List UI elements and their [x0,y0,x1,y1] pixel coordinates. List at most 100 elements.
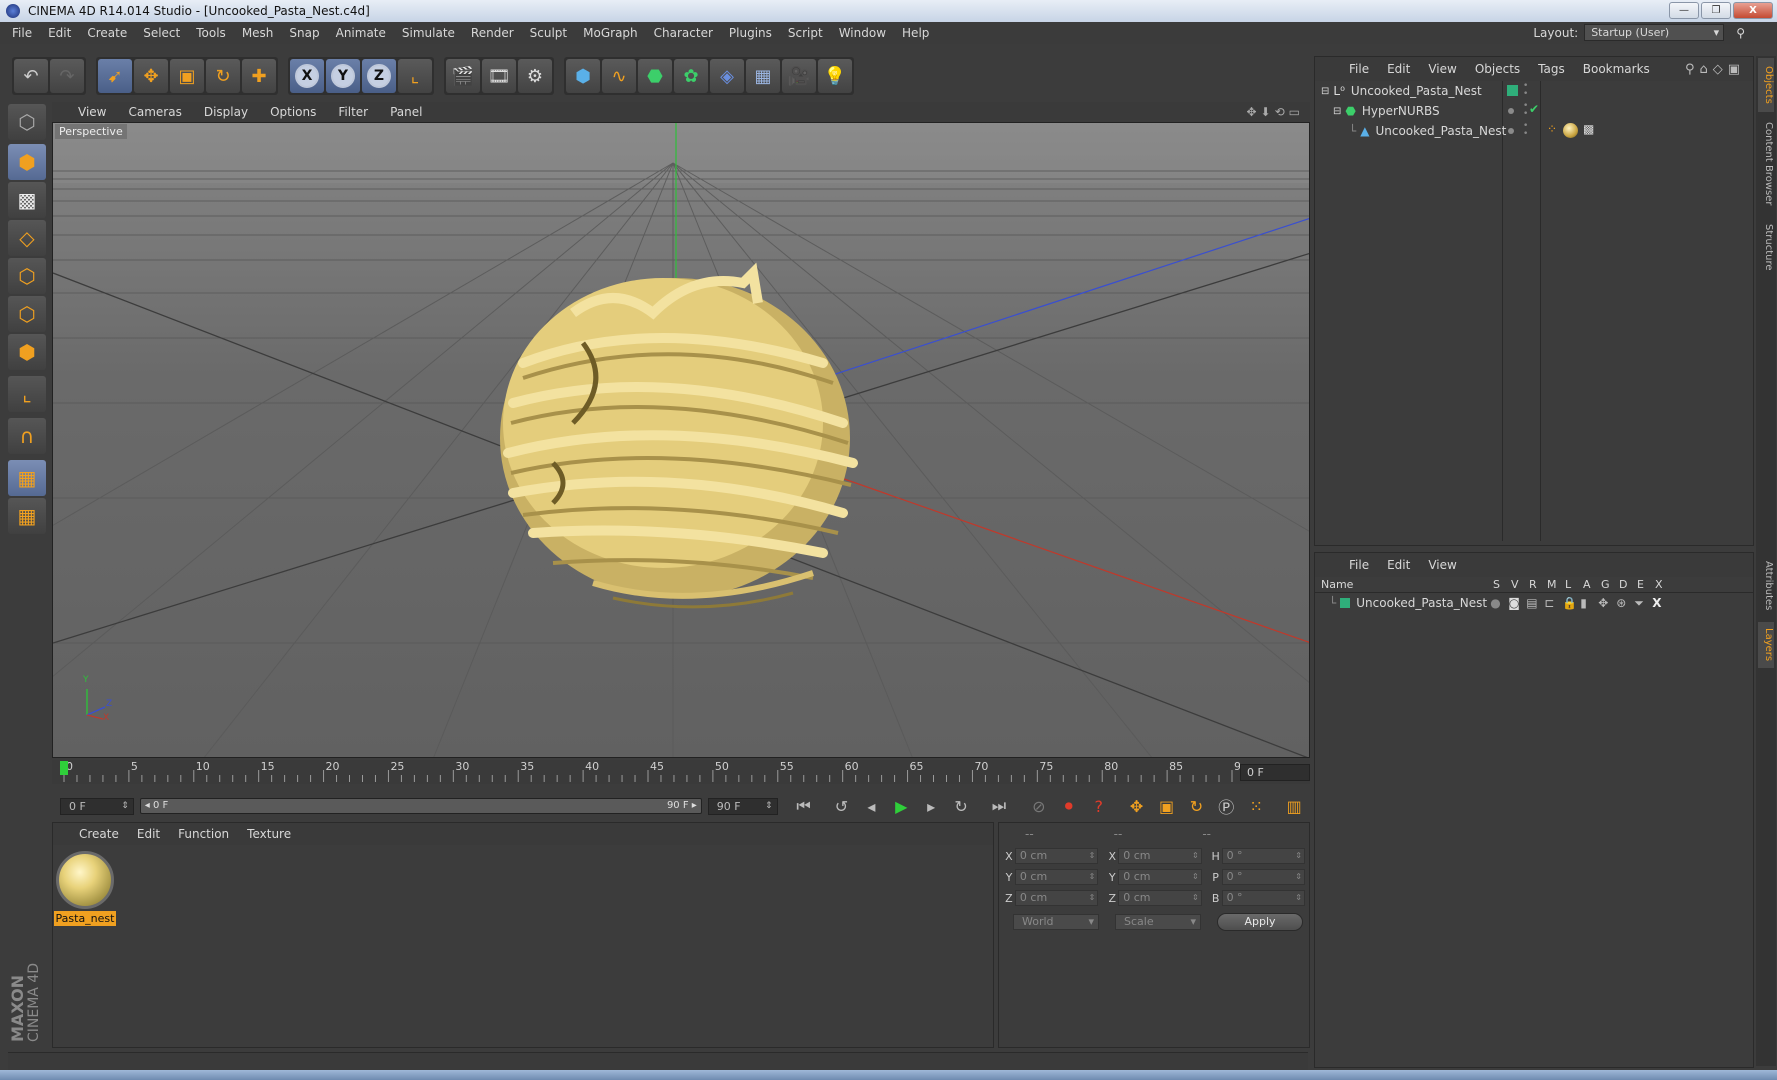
layer-render-icon[interactable]: ▤ [1526,596,1544,610]
rotate-tool-icon[interactable]: ↻ [206,59,240,93]
play-icon[interactable]: ▶ [887,793,915,819]
phong-tag-icon[interactable]: ⁘ [1547,122,1557,136]
menu-help[interactable]: Help [902,26,929,40]
menu-mograph[interactable]: MoGraph [583,26,638,40]
floor-icon[interactable]: ▦ [746,59,780,93]
tab-content-browser[interactable]: Content Browser [1758,116,1774,212]
array-icon[interactable]: ✿ [674,59,708,93]
viewport-menu-display[interactable]: Display [204,105,248,119]
step-back-icon[interactable]: ◂ [857,793,885,819]
visibility-dots[interactable]: • • [1523,82,1528,99]
go-to-start-icon[interactable]: ⏮ [790,793,818,819]
material-swatch[interactable]: Pasta_nest [54,849,116,926]
polygons-mode-icon[interactable]: ⬢ [8,334,46,370]
coordinate-system-icon[interactable]: ⌞ [398,59,432,93]
menu-sculpt[interactable]: Sculpt [530,26,567,40]
spline-icon[interactable]: ∿ [602,59,636,93]
layer-menu-edit[interactable]: Edit [1387,558,1410,572]
pos-x-field[interactable]: 0 cm [1014,848,1099,864]
texture-tag-icon[interactable]: ▩ [1583,122,1594,136]
editor-visibility-dot[interactable] [1508,108,1514,114]
move-tool-icon[interactable]: ✥ [134,59,168,93]
size-y-field[interactable]: 0 cm [1118,869,1202,885]
material-menu-create[interactable]: Create [79,827,119,841]
menu-select[interactable]: Select [143,26,180,40]
objects-menu-tags[interactable]: Tags [1538,62,1565,76]
menu-snap[interactable]: Snap [289,26,319,40]
close-button[interactable]: X [1733,2,1773,19]
perspective-viewport[interactable]: Perspective Y Z X [52,122,1310,758]
step-forward-icon[interactable]: ▸ [917,793,945,819]
render-picture-viewer-icon[interactable]: 🎞 [482,59,516,93]
key-rotation-icon[interactable]: ↻ [1182,793,1210,819]
layer-menu-view[interactable]: View [1428,558,1456,572]
coordinate-mode-select[interactable]: World [1013,914,1099,930]
material-menu-function[interactable]: Function [178,827,229,841]
material-tag-icon[interactable] [1563,123,1578,138]
timeline-window-icon[interactable]: ▥ [1280,793,1308,819]
pos-y-field[interactable]: 0 cm [1014,869,1099,885]
model-mode-icon[interactable]: ⬢ [8,144,46,180]
tab-objects[interactable]: Objects [1758,58,1774,112]
layer-generators-icon[interactable]: ✥ [1598,596,1616,610]
menu-file[interactable]: File [12,26,32,40]
object-row[interactable]: ⊟ L⁰ Uncooked_Pasta_Nest • • [1315,81,1753,101]
scale-tool-icon[interactable]: ▣ [170,59,204,93]
layer-col-e[interactable]: E [1637,578,1655,591]
workplane-icon[interactable]: ◇ [8,220,46,256]
menu-tools[interactable]: Tools [196,26,226,40]
objects-menu-view[interactable]: View [1428,62,1456,76]
layer-solo-dot[interactable]: ● [1490,596,1508,610]
menu-character[interactable]: Character [654,26,713,40]
autokey-icon[interactable]: ? [1085,793,1113,819]
objects-menu-bookmarks[interactable]: Bookmarks [1583,62,1650,76]
cube-icon[interactable]: ⬢ [566,59,600,93]
keyframe-disabled-icon[interactable]: ⊘ [1025,793,1053,819]
workplane-lock-icon[interactable]: ▦ [8,460,46,496]
layer-row[interactable]: └ Uncooked_Pasta_Nest ● ◙ ▤ ⊏ 🔒 ▮ ✥ ⊛ ⏷ … [1315,593,1753,613]
layer-deformers-icon[interactable]: ⊛ [1616,596,1634,610]
rot-b-field[interactable]: 0 ° [1221,890,1305,906]
light-icon[interactable]: 💡 [818,59,852,93]
viewport-menu-view[interactable]: View [78,105,106,119]
loop-forward-icon[interactable]: ↻ [947,793,975,819]
viewport-menu-filter[interactable]: Filter [338,105,368,119]
cinema4d-app-icon[interactable] [6,4,20,18]
key-pla-icon[interactable]: ⁙ [1242,793,1270,819]
live-selection-icon[interactable]: ➹ [98,59,132,93]
layer-col-m[interactable]: M [1547,578,1565,591]
layer-col-g[interactable]: G [1601,578,1619,591]
make-editable-icon[interactable]: ⬡ [8,104,46,140]
objects-menu-edit[interactable]: Edit [1387,62,1410,76]
viewport-menu-options[interactable]: Options [270,105,316,119]
layout-select[interactable]: Startup (User) [1584,24,1725,41]
size-mode-select[interactable]: Scale [1115,914,1201,930]
rot-p-field[interactable]: 0 ° [1221,869,1305,885]
loop-back-icon[interactable]: ↺ [827,793,855,819]
material-menu-texture[interactable]: Texture [247,827,291,841]
layer-col-s[interactable]: S [1493,578,1511,591]
layer-animation-icon[interactable]: ▮ [1580,596,1598,610]
record-icon[interactable]: ⏺ [1055,793,1083,819]
layer-lock-icon[interactable]: 🔒 [1562,596,1580,610]
layer-col-l[interactable]: L [1565,578,1583,591]
deformer-icon[interactable]: ◈ [710,59,744,93]
snap-icon[interactable]: ∩ [8,418,46,454]
viewport-nav-icons[interactable]: ✥⬇⟲▭ [1246,105,1304,119]
viewport-menu-cameras[interactable]: Cameras [128,105,181,119]
apply-button[interactable]: Apply [1217,913,1303,931]
menu-script[interactable]: Script [788,26,823,40]
menu-create[interactable]: Create [87,26,127,40]
key-parameter-icon[interactable]: Ⓟ [1212,793,1240,819]
object-row[interactable]: ⊟ ⬣ HyperNURBS • • ✔ [1315,101,1753,121]
pasta-nest-model[interactable] [500,262,858,609]
axis-mode-icon[interactable]: ⌞ [8,376,46,412]
layer-menu-file[interactable]: File [1349,558,1369,572]
undo-icon[interactable]: ↶ [14,59,48,93]
go-to-end-icon[interactable]: ⏭ [985,793,1013,819]
search-icon[interactable]: ⚲ [1736,26,1745,40]
enabled-check-icon[interactable]: ✔ [1529,102,1539,116]
menu-simulate[interactable]: Simulate [402,26,455,40]
menu-render[interactable]: Render [471,26,514,40]
menu-window[interactable]: Window [839,26,886,40]
